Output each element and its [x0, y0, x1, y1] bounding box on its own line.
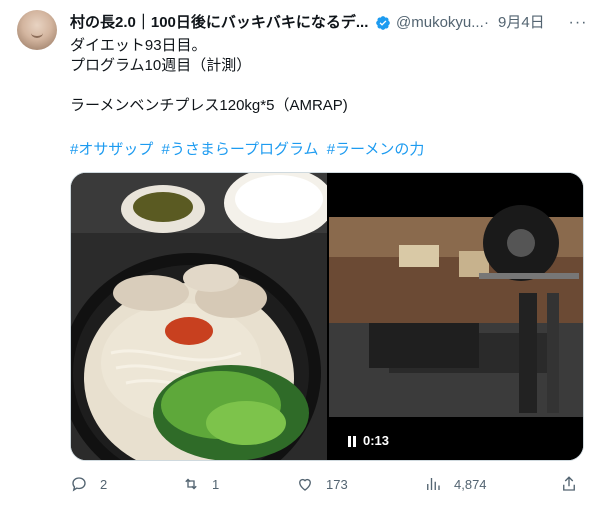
more-options-icon[interactable]: ··· [568, 12, 588, 34]
tweet-date[interactable]: 9月4日 [498, 12, 545, 34]
retweet-icon [185, 478, 197, 490]
reply-button[interactable]: 2 [70, 470, 107, 498]
tweet-header: 村の長2.0｜100日後にバッキバキになるデ... @mukokyu... · … [70, 12, 590, 34]
tweet-actions: 2 1 173 4,874 [70, 470, 590, 498]
tweet-text-line-1: ダイエット93日目。 [70, 37, 207, 54]
reply-icon [72, 477, 86, 492]
bench-press-video[interactable] [329, 173, 583, 460]
share-button[interactable] [560, 470, 578, 498]
tweet-text-line-2: プログラム10週目（計測） [70, 57, 252, 74]
author-name[interactable]: 村の長2.0｜100日後にバッキバキになるデ... [70, 12, 370, 34]
views-icon [427, 478, 440, 490]
hashtags: #オサザップ #うさまらープログラム #ラーメンの力 [70, 140, 428, 160]
video-duration-badge[interactable]: 0:13 [341, 429, 396, 453]
author-handle[interactable]: @mukokyu... [396, 12, 484, 34]
tweet-text-line-3: ラーメンベンチプレス120kg*5（AMRAP) [70, 97, 348, 114]
avatar[interactable] [17, 10, 57, 50]
like-icon [299, 478, 311, 491]
verified-badge-icon [376, 16, 390, 30]
share-icon [563, 476, 575, 491]
like-count: 173 [326, 476, 348, 492]
retweet-button[interactable]: 1 [182, 470, 219, 498]
hashtag-link[interactable]: #オサザップ [70, 141, 153, 158]
hashtag-link[interactable]: #ラーメンの力 [327, 141, 425, 158]
like-button[interactable]: 173 [296, 470, 348, 498]
tweet[interactable]: 村の長2.0｜100日後にバッキバキになるデ... @mukokyu... · … [0, 0, 605, 507]
hashtag-link[interactable]: #うさまらープログラム [162, 141, 319, 158]
ramen-photo[interactable] [71, 173, 327, 460]
ramen-photo-illustration [71, 173, 327, 460]
views-count: 4,874 [454, 476, 487, 492]
bench-press-video-frame [329, 173, 583, 460]
media-grid: 0:13 [70, 172, 584, 461]
pause-icon[interactable] [347, 435, 357, 447]
separator-dot: · [484, 14, 489, 31]
views-button[interactable]: 4,874 [424, 470, 487, 498]
retweet-count: 1 [212, 476, 220, 492]
video-duration: 0:13 [363, 433, 390, 448]
reply-count: 2 [100, 476, 108, 492]
